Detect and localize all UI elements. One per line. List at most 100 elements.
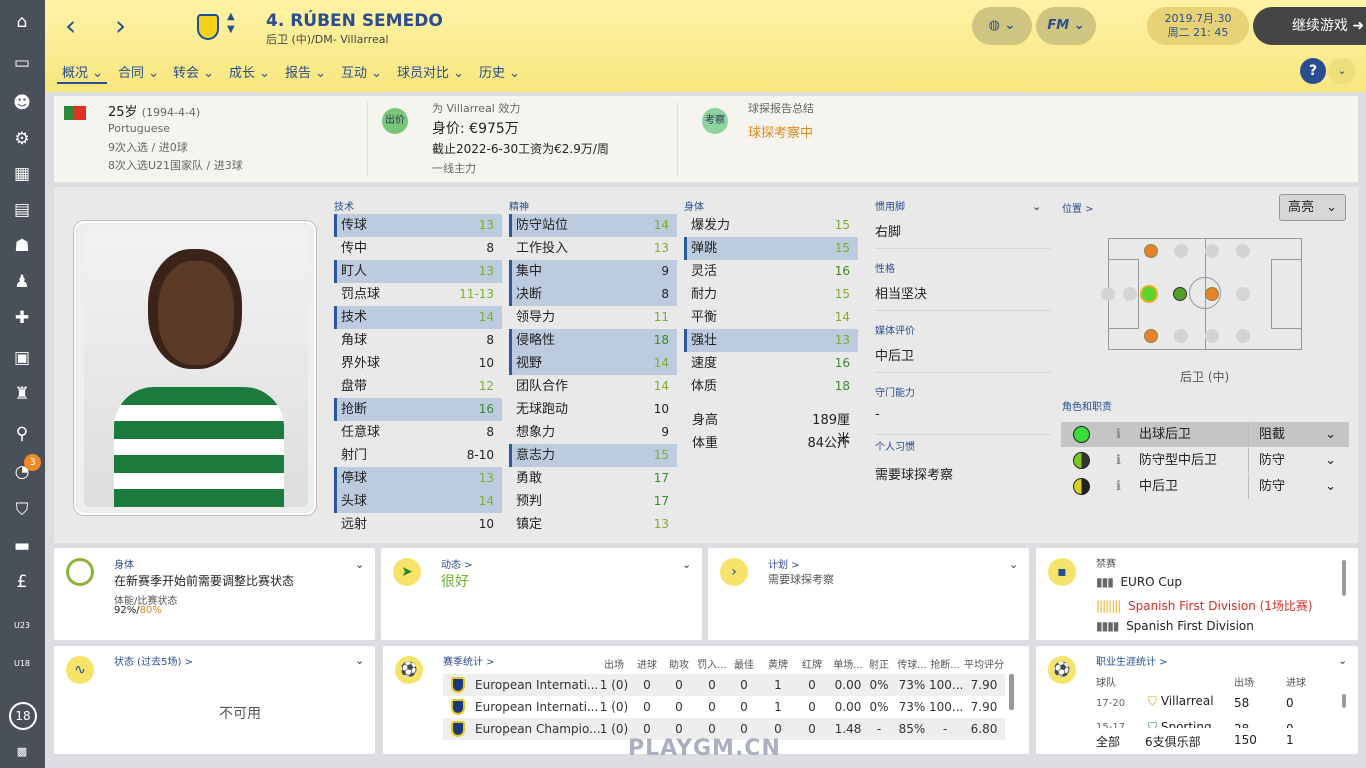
transfers-icon[interactable]: ▬ [10, 534, 34, 558]
attribute-row[interactable]: 视野 14 [509, 352, 677, 375]
attribute-row[interactable]: 团队合作 14 [509, 375, 677, 398]
tab-transfer[interactable]: 转会 ⌄ [173, 62, 214, 81]
career-stats-link[interactable]: 职业生涯统计 > [1096, 653, 1168, 668]
info-icon[interactable]: ℹ [1116, 448, 1121, 473]
attribute-row[interactable]: 盯人 13 [334, 260, 502, 283]
form-link[interactable]: 状态 (过去5场) > [114, 653, 193, 668]
season-column-header[interactable]: 传球... [897, 656, 927, 671]
home-icon[interactable]: ⌂ [10, 10, 34, 34]
plan-link[interactable]: 计划 > [768, 556, 800, 571]
player-switch-icon[interactable]: ▲ ▼ [227, 10, 235, 36]
training-icon[interactable]: ♟ [10, 270, 34, 294]
attribute-row[interactable]: 射门 8-10 [334, 444, 502, 467]
attribute-row[interactable]: 速度 16 [684, 352, 858, 375]
attribute-row[interactable]: 技术 14 [334, 306, 502, 329]
tab-reports[interactable]: 报告 ⌄ [285, 62, 326, 81]
attribute-row[interactable]: 平衡 14 [684, 306, 858, 329]
help-dropdown[interactable]: ⌄ [1328, 58, 1356, 84]
attribute-row[interactable]: 意志力 15 [509, 444, 677, 467]
round-indicator[interactable]: 18 [9, 702, 37, 730]
scrollbar[interactable] [1342, 694, 1346, 708]
career-club-link[interactable]: ⛉ Villarreal [1148, 694, 1214, 709]
season-column-header[interactable]: 红牌 [797, 656, 827, 671]
season-column-header[interactable]: 抢断... [929, 656, 961, 671]
players-icon[interactable]: ☗ [10, 234, 34, 258]
chevron-down-icon[interactable]: ⌄ [1338, 654, 1347, 667]
attribute-row[interactable]: 领导力 11 [509, 306, 677, 329]
bid-icon[interactable]: 出价 [382, 108, 408, 134]
attribute-row[interactable]: 角球 8 [334, 329, 502, 352]
schedule-icon[interactable]: ▤ [10, 198, 34, 222]
chevron-down-icon[interactable]: ⌄ [1032, 200, 1041, 213]
attribute-row[interactable]: 侵略性 18 [509, 329, 677, 352]
duty-dropdown[interactable]: 防守 ⌄ [1248, 474, 1348, 499]
competition-name[interactable]: European Champio... [475, 722, 601, 736]
finance-icon[interactable]: £ [10, 570, 34, 594]
attribute-row[interactable]: 无球跑动 10 [509, 398, 677, 421]
duty-dropdown[interactable]: 防守 ⌄ [1248, 448, 1348, 473]
chevron-down-icon[interactable]: ⌄ [355, 558, 364, 571]
team-report-icon[interactable]: ▦ [10, 162, 34, 186]
season-column-header[interactable]: 平均评分 [963, 656, 1005, 671]
tab-development[interactable]: 成长 ⌄ [229, 62, 270, 81]
scrollbar[interactable] [1342, 560, 1346, 596]
help-button[interactable]: ? [1300, 58, 1326, 84]
chevron-down-icon[interactable]: ⌄ [1009, 558, 1018, 571]
continue-button[interactable]: 继续游戏 ➜ [1253, 7, 1366, 45]
scrollbar[interactable] [1009, 674, 1014, 710]
position-link[interactable]: 位置 > [1062, 200, 1094, 215]
role-row[interactable]: ℹ 防守型中后卫 防守 ⌄ [1061, 448, 1349, 473]
attribute-row[interactable]: 灵活 16 [684, 260, 858, 283]
globe-dropdown[interactable]: ◍ ⌄ [972, 7, 1032, 45]
calendar-icon[interactable]: ▣ [10, 346, 34, 370]
squad-icon[interactable]: ☻ [10, 91, 34, 115]
u18-icon[interactable]: U18 [10, 646, 34, 670]
fm-menu[interactable]: FM ⌄ [1036, 7, 1096, 45]
attribute-row[interactable]: 传中 8 [334, 237, 502, 260]
attribute-row[interactable]: 想象力 9 [509, 421, 677, 444]
attribute-row[interactable]: 头球 14 [334, 490, 502, 513]
highlight-dropdown[interactable]: 高亮 ⌄ [1279, 194, 1346, 221]
chevron-down-icon[interactable]: ⌄ [682, 558, 691, 571]
season-column-header[interactable]: 进球 [632, 656, 662, 671]
info-icon[interactable]: ℹ [1116, 474, 1121, 499]
season-stats-link[interactable]: 赛季统计 > [443, 653, 495, 668]
tab-history[interactable]: 历史 ⌄ [479, 62, 520, 81]
keyboard-icon[interactable]: ▩ [10, 740, 34, 764]
tactics-icon[interactable]: ⚙ [10, 127, 34, 151]
attribute-row[interactable]: 体质 18 [684, 375, 858, 398]
tab-interaction[interactable]: 互动 ⌄ [341, 62, 382, 81]
attribute-row[interactable]: 任意球 8 [334, 421, 502, 444]
inbox-icon[interactable]: ▭ [10, 51, 34, 75]
competition-name[interactable]: European Internati... [475, 700, 598, 714]
shield-icon[interactable]: ⛉ [10, 498, 34, 522]
attribute-row[interactable]: 盘带 12 [334, 375, 502, 398]
info-icon[interactable]: ℹ [1116, 422, 1121, 447]
attribute-row[interactable]: 镇定 13 [509, 513, 677, 536]
season-column-header[interactable]: 黄牌 [763, 656, 793, 671]
attribute-row[interactable]: 决断 8 [509, 283, 677, 306]
dynamics-link[interactable]: 动态 > [441, 556, 473, 571]
competition-name[interactable]: European Internati... [475, 678, 598, 692]
u23-icon[interactable]: U23 [10, 608, 34, 632]
season-column-header[interactable]: 单场... [831, 656, 865, 671]
chevron-down-icon[interactable]: ⌄ [355, 654, 364, 667]
attribute-row[interactable]: 爆发力 15 [684, 214, 858, 237]
attribute-row[interactable]: 停球 13 [334, 467, 502, 490]
season-column-header[interactable]: 罚入... [696, 656, 728, 671]
attribute-row[interactable]: 防守站位 14 [509, 214, 677, 237]
duty-dropdown[interactable]: 阻截 ⌄ [1248, 422, 1348, 447]
medical-icon[interactable]: ✚ [10, 306, 34, 330]
attribute-row[interactable]: 预判 17 [509, 490, 677, 513]
role-row[interactable]: ℹ 中后卫 防守 ⌄ [1061, 474, 1349, 499]
season-column-header[interactable]: 最佳 [729, 656, 759, 671]
season-column-header[interactable]: 射正 [865, 656, 893, 671]
attribute-row[interactable]: 界外球 10 [334, 352, 502, 375]
scout-icon[interactable]: 考察 [702, 108, 728, 134]
tab-compare[interactable]: 球员对比 ⌄ [397, 62, 464, 81]
attribute-row[interactable]: 传球 13 [334, 214, 502, 237]
tab-overview[interactable]: 概况 ⌄ [62, 62, 103, 81]
search-icon[interactable]: ⚲ [10, 422, 34, 446]
season-column-header[interactable]: 助攻 [664, 656, 694, 671]
trophy-icon[interactable]: ♜ [10, 382, 34, 406]
